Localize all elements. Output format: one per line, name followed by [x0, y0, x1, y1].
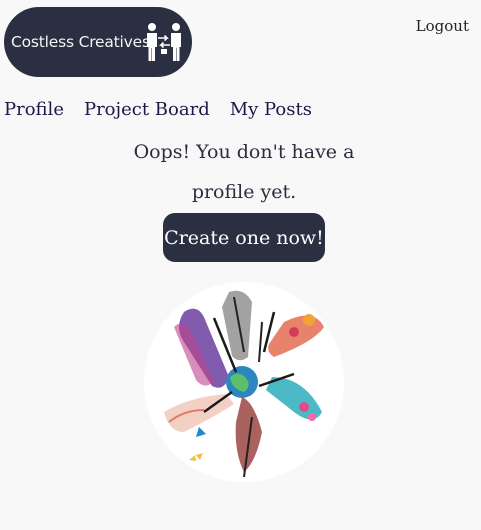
no-profile-message-line1: Oops! You don't have a — [133, 141, 355, 163]
people-exchange-icon — [147, 23, 181, 61]
hands-art-svg — [164, 290, 324, 478]
artist-hands-illustration — [144, 282, 344, 482]
nav-project-board[interactable]: Project Board — [84, 99, 210, 120]
brand-name: Costless Creatives — [11, 33, 150, 51]
nav-my-posts[interactable]: My Posts — [230, 99, 312, 120]
main-nav: Profile Project Board My Posts — [4, 99, 312, 120]
logout-link[interactable]: Logout — [416, 17, 469, 35]
no-profile-message-line2: profile yet. — [191, 181, 297, 203]
create-profile-button[interactable]: Create one now! — [163, 213, 325, 262]
nav-profile[interactable]: Profile — [4, 99, 64, 120]
brand-logo[interactable]: Costless Creatives — [4, 7, 192, 77]
